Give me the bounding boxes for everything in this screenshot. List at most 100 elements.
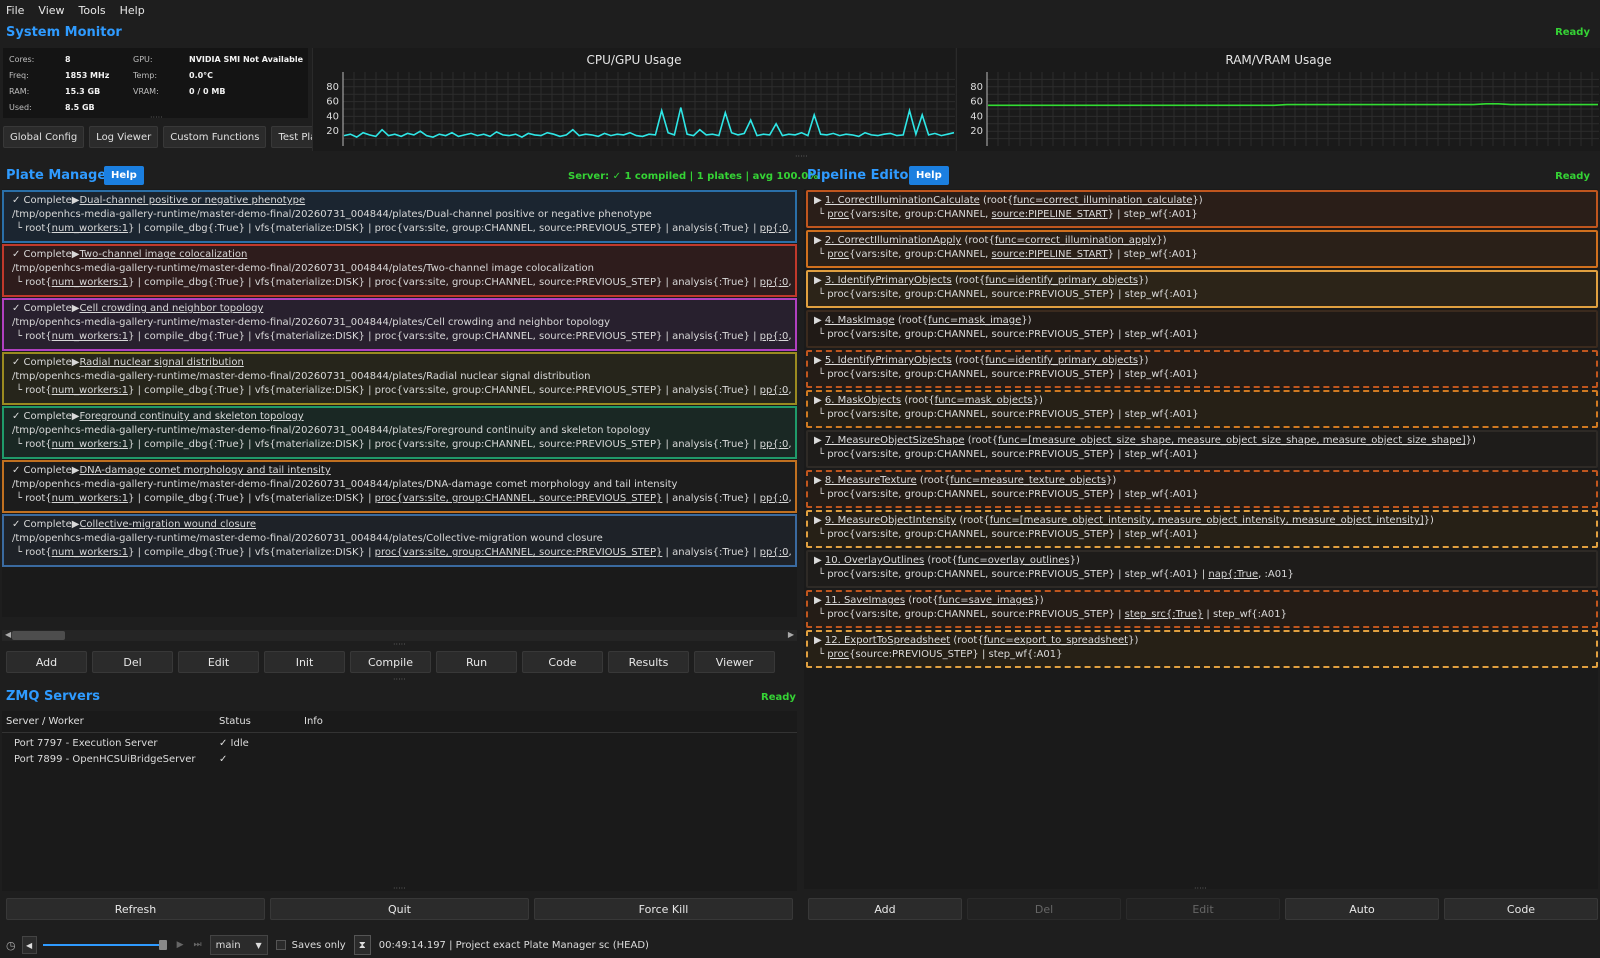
expand-arrow-icon[interactable]: ▶ [814, 235, 825, 246]
pipeline-step[interactable]: ▶ 2. CorrectIlluminationApply (root{func… [806, 230, 1598, 268]
step-forward-icon[interactable]: ▶ [177, 940, 184, 950]
pipeline-step[interactable]: ▶ 5. IdentifyPrimaryObjects (root{func=i… [806, 350, 1598, 388]
splitter-handle[interactable]: ····· [393, 884, 406, 893]
quit-button[interactable]: Quit [270, 898, 529, 920]
expand-arrow-icon[interactable]: ▶ [814, 555, 825, 566]
step-name: 8. MeasureTexture [824, 475, 917, 486]
expand-arrow-icon[interactable]: ▶ [814, 635, 825, 646]
step-title-line: ▶ 6. MaskObjects (root{func=mask_objects… [814, 395, 1043, 406]
pipeline-buttons: Add Del Edit Auto Code [808, 898, 1598, 920]
config-text: , suffix:_op [788, 385, 795, 396]
timeline-slider[interactable] [42, 940, 167, 950]
step-back-icon[interactable]: ◀ [21, 936, 37, 954]
zmq-row[interactable]: Port 7899 - OpenHCSUiBridgeServer ✓ [2, 753, 797, 769]
plate-title-line: ✓ Complete▶Two-channel image colocalizat… [12, 248, 247, 262]
expand-arrow-icon[interactable]: ▶ [814, 195, 825, 206]
plate-item[interactable]: ✓ Complete▶Foreground continuity and ske… [2, 406, 797, 459]
step-name: 12. ExportToSpreadsheet [824, 635, 951, 646]
saves-only-checkbox[interactable] [275, 940, 286, 950]
branch-select[interactable]: main ▼ [209, 935, 268, 955]
edit-button[interactable]: Edit [178, 651, 259, 673]
expand-arrow-icon[interactable]: ▶ [814, 595, 825, 606]
tree-branch: └ [818, 209, 828, 220]
plate-status: ✓ Complete▶ [12, 519, 80, 530]
config-num-workers: num_workers:1 [51, 439, 129, 450]
col-info[interactable]: Info [304, 716, 323, 727]
step-title-line: ▶ 1. CorrectIlluminationCalculate (root{… [814, 195, 1203, 206]
pipeline-step[interactable]: ▶ 1. CorrectIlluminationCalculate (root{… [806, 190, 1598, 228]
auto-step-button[interactable]: Auto [1285, 898, 1439, 920]
expand-arrow-icon[interactable]: ▶ [814, 435, 825, 446]
add-step-button[interactable]: Add [808, 898, 962, 920]
expand-arrow-icon[interactable]: ▶ [814, 355, 825, 366]
pipeline-step[interactable]: ▶ 4. MaskImage (root{func=mask_image}) └ … [806, 310, 1598, 348]
menu-help[interactable]: Help [120, 4, 145, 17]
expand-arrow-icon[interactable]: ▶ [814, 395, 825, 406]
pipeline-help-button[interactable]: Help [909, 166, 949, 185]
menu-tools[interactable]: Tools [79, 4, 106, 17]
hourglass-icon[interactable]: ⧗ [353, 935, 371, 955]
init-button[interactable]: Init [264, 651, 345, 673]
pipeline-step[interactable]: ▶ 12. ExportToSpreadsheet (root{func=exp… [806, 630, 1598, 668]
results-button[interactable]: Results [608, 651, 689, 673]
log-viewer-button[interactable]: Log Viewer [89, 126, 159, 148]
plate-item[interactable]: ✓ Complete▶Dual-channel positive or nega… [2, 190, 797, 243]
pipeline-step[interactable]: ▶ 10. OverlayOutlines (root{func=overlay… [806, 550, 1598, 588]
expand-arrow-icon[interactable]: ▶ [814, 315, 825, 326]
pipeline-step[interactable]: ▶ 3. IdentifyPrimaryObjects (root{func=i… [806, 270, 1598, 308]
del-button[interactable]: Del [92, 651, 173, 673]
splitter-handle[interactable]: ····· [393, 675, 406, 684]
pipeline-step[interactable]: ▶ 6. MaskObjects (root{func=mask_objects… [806, 390, 1598, 428]
tree-branch: └ [818, 569, 828, 580]
splitter-handle[interactable]: ····· [795, 152, 808, 161]
config-text: , suffix:_op [788, 277, 795, 288]
code-button[interactable]: Code [522, 651, 603, 673]
expand-arrow-icon[interactable]: ▶ [814, 275, 825, 286]
run-button[interactable]: Run [436, 651, 517, 673]
skip-end-icon[interactable]: ⏭ [194, 940, 202, 950]
scroll-thumb[interactable] [12, 631, 65, 640]
plate-item[interactable]: ✓ Complete▶Collective-migration wound cl… [2, 514, 797, 567]
scroll-right-icon[interactable]: ▶ [788, 630, 794, 639]
add-button[interactable]: Add [6, 651, 87, 673]
plate-item[interactable]: ✓ Complete▶Cell crowding and neighbor to… [2, 298, 797, 351]
splitter-handle[interactable]: ····· [1194, 884, 1207, 893]
step-config-key: step_src{:True} [1124, 609, 1204, 620]
refresh-button[interactable]: Refresh [6, 898, 265, 920]
expand-arrow-icon[interactable]: ▶ [814, 515, 825, 526]
code-step-button[interactable]: Code [1444, 898, 1598, 920]
scroll-left-icon[interactable]: ◀ [5, 630, 11, 639]
step-name: 9. MeasureObjectIntensity [824, 515, 957, 526]
step-config: └ proc{vars:site, group:CHANNEL, source:… [818, 449, 1199, 460]
expand-arrow-icon[interactable]: ▶ [814, 475, 825, 486]
viewer-button[interactable]: Viewer [694, 651, 775, 673]
menu-view[interactable]: View [38, 4, 64, 17]
custom-functions-button[interactable]: Custom Functions [163, 126, 267, 148]
plate-status: ✓ Complete▶ [12, 411, 80, 422]
step-root: (root{ [982, 195, 1014, 206]
pipeline-step[interactable]: ▶ 7. MeasureObjectSizeShape (root{func=[… [806, 430, 1598, 468]
global-config-button[interactable]: Global Config [3, 126, 85, 148]
step-title-line: ▶ 7. MeasureObjectSizeShape (root{func=[… [814, 435, 1476, 446]
splitter-handle[interactable]: ····· [393, 640, 406, 649]
step-proc: proc [827, 249, 850, 260]
pipeline-step[interactable]: ▶ 9. MeasureObjectIntensity (root{func=[… [806, 510, 1598, 548]
pipeline-step[interactable]: ▶ 8. MeasureTexture (root{func=measure_t… [806, 470, 1598, 508]
zmq-row[interactable]: Port 7797 - Execution Server ✓ Idle [2, 737, 797, 753]
pipeline-step[interactable]: ▶ 11. SaveImages (root{func=save_images}… [806, 590, 1598, 628]
force-kill-button[interactable]: Force Kill [534, 898, 793, 920]
plate-manager-help-button[interactable]: Help [104, 166, 144, 185]
plate-item[interactable]: ✓ Complete▶Radial nuclear signal distrib… [2, 352, 797, 405]
step-config-text: proc{vars:site, group:CHANNEL, source:PR… [827, 289, 1115, 300]
plate-item[interactable]: ✓ Complete▶DNA-damage comet morphology a… [2, 460, 797, 513]
menu-file[interactable]: File [6, 4, 24, 17]
step-root: (root{ [897, 315, 929, 326]
config-text: , suffix:_op [788, 493, 795, 504]
cores-label: Cores: [9, 55, 35, 64]
plate-item[interactable]: ✓ Complete▶Two-channel image colocalizat… [2, 244, 797, 297]
compile-button[interactable]: Compile [350, 651, 431, 673]
splitter-handle[interactable]: ····· [150, 113, 163, 122]
step-config-text: } | step_wf{:A01} [1107, 209, 1198, 220]
col-status[interactable]: Status [219, 716, 251, 727]
col-server-worker[interactable]: Server / Worker [6, 716, 84, 727]
